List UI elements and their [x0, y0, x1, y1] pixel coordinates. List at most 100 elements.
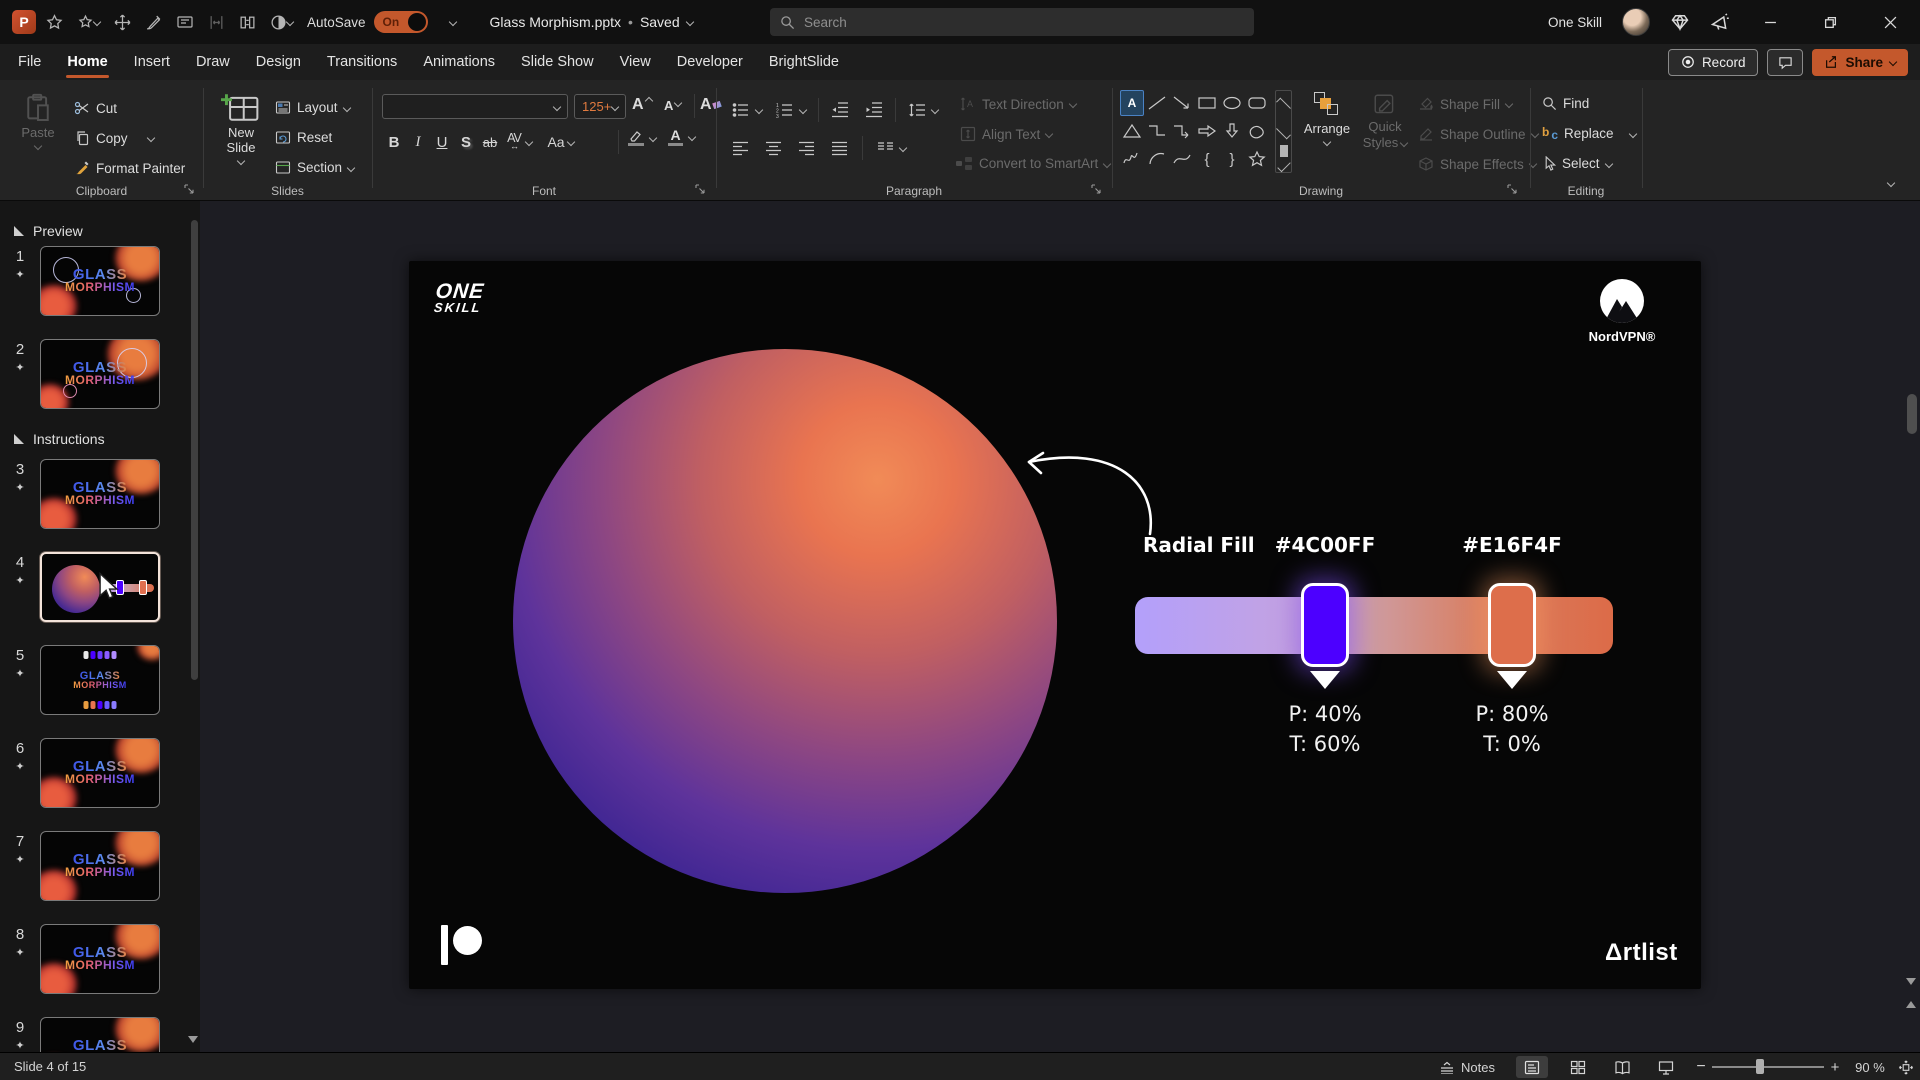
shape-right-brace-icon[interactable]: }	[1220, 146, 1244, 172]
autosave-toggle[interactable]: On	[374, 11, 428, 33]
next-slide-icon[interactable]	[1906, 978, 1916, 990]
slide-item-2[interactable]: 2✦ GLASSMORPHISM	[0, 339, 192, 409]
slide-sorter-button[interactable]	[1562, 1056, 1594, 1078]
gallery-up-icon[interactable]	[1276, 91, 1291, 118]
qat-star-badge-icon[interactable]	[46, 14, 63, 31]
search-input[interactable]	[804, 15, 1244, 30]
tab-file[interactable]: File	[0, 44, 54, 80]
comments-button[interactable]	[1767, 49, 1803, 76]
slide-thumbnail-5[interactable]: GLASSMORPHISM	[40, 645, 160, 715]
shape-oval-icon[interactable]	[1220, 90, 1244, 116]
text-shadow-button[interactable]: S	[454, 130, 478, 154]
find-button[interactable]: Find	[1542, 96, 1589, 111]
sidebar-scrollbar[interactable]	[191, 220, 198, 680]
close-button[interactable]	[1870, 0, 1910, 44]
shapes-gallery[interactable]: A { }	[1120, 90, 1270, 173]
shapes-gallery-scroll[interactable]	[1275, 90, 1292, 173]
shape-curve-icon[interactable]	[1170, 146, 1194, 172]
gradient-sphere[interactable]	[513, 349, 1057, 893]
decrease-indent-button[interactable]	[831, 102, 849, 118]
numbering-button[interactable]: 123	[776, 102, 794, 118]
diamond-icon[interactable]	[1670, 12, 1690, 32]
tab-animations[interactable]: Animations	[410, 44, 508, 80]
gradient-stop-2[interactable]	[1488, 583, 1536, 689]
slide-thumbnail-2[interactable]: GLASSMORPHISM	[40, 339, 160, 409]
section-preview[interactable]: Preview	[14, 223, 83, 239]
shape-right-arrow-icon[interactable]	[1195, 118, 1219, 144]
shape-elbow-icon[interactable]	[1145, 118, 1169, 144]
tab-developer[interactable]: Developer	[664, 44, 756, 80]
shape-freeform-icon[interactable]	[1245, 118, 1269, 144]
search-box[interactable]	[770, 8, 1254, 36]
tab-design[interactable]: Design	[243, 44, 314, 80]
slide-canvas[interactable]: ONE SKILL NordVPN® Radial Fill #4C00FF #…	[409, 261, 1701, 989]
slide-item-9[interactable]: 9✦ GLASSMORPHISM	[0, 1017, 192, 1052]
copy-button[interactable]: Copy	[74, 130, 154, 146]
tab-draw[interactable]: Draw	[183, 44, 243, 80]
bullets-button[interactable]	[732, 102, 750, 118]
qat-overflow-icon[interactable]	[448, 18, 456, 26]
slide-thumbnail-9[interactable]: GLASSMORPHISM	[40, 1017, 160, 1052]
line-spacing-button[interactable]	[908, 102, 926, 118]
paragraph-dialog-launcher[interactable]	[1090, 183, 1102, 195]
whats-new-megaphone-icon[interactable]	[1710, 12, 1730, 32]
gallery-down-icon[interactable]	[1276, 118, 1291, 145]
tab-view[interactable]: View	[607, 44, 664, 80]
zoom-in-button[interactable]: +	[1826, 1056, 1844, 1078]
file-title[interactable]: Glass Morphism.pptx • Saved	[490, 14, 693, 30]
restore-button[interactable]	[1810, 0, 1850, 44]
align-center-button[interactable]	[765, 141, 782, 156]
qat-contrast-icon[interactable]	[270, 14, 293, 31]
slideshow-button[interactable]	[1650, 1056, 1682, 1078]
slide-thumbnail-8[interactable]: GLASSMORPHISM	[40, 924, 160, 994]
share-button[interactable]: Share	[1812, 49, 1908, 76]
powerpoint-logo-icon[interactable]: P	[12, 10, 36, 34]
reading-view-button[interactable]	[1606, 1056, 1638, 1078]
layout-button[interactable]: Layout	[275, 100, 350, 115]
qat-star-menu-icon[interactable]	[77, 14, 100, 31]
arrange-button[interactable]: Arrange	[1298, 92, 1356, 145]
shape-textbox-icon[interactable]: A	[1120, 90, 1144, 116]
format-painter-button[interactable]: Format Painter	[74, 160, 185, 176]
zoom-slider-thumb[interactable]	[1756, 1059, 1764, 1074]
shape-rectangle-icon[interactable]	[1195, 90, 1219, 116]
collapse-ribbon-icon[interactable]	[1887, 179, 1895, 187]
bold-button[interactable]: B	[382, 130, 406, 154]
shrink-font-button[interactable]: A	[664, 98, 681, 113]
drawing-dialog-launcher[interactable]	[1506, 183, 1518, 195]
shape-left-brace-icon[interactable]: {	[1195, 146, 1219, 172]
sidebar-scroll-down-icon[interactable]	[188, 1036, 198, 1048]
slide-item-5[interactable]: 5✦ GLASSMORPHISM	[0, 645, 192, 715]
zoom-slider-track[interactable]	[1712, 1066, 1824, 1068]
shape-elbow-arrow-icon[interactable]	[1170, 118, 1194, 144]
cut-button[interactable]: Cut	[74, 100, 117, 116]
clipboard-dialog-launcher[interactable]	[183, 183, 195, 195]
tab-home[interactable]: Home	[54, 44, 120, 80]
shape-rounded-rect-icon[interactable]	[1245, 90, 1269, 116]
previous-slide-icon[interactable]	[1906, 996, 1916, 1008]
slide-thumbnail-7[interactable]: GLASSMORPHISM	[40, 831, 160, 901]
tab-brightslide[interactable]: BrightSlide	[756, 44, 852, 80]
slide-thumbnail-6[interactable]: GLASSMORPHISM	[40, 738, 160, 808]
justify-button[interactable]	[831, 141, 848, 156]
qat-swap-columns-icon[interactable]	[239, 14, 256, 31]
font-name-combo[interactable]	[382, 94, 568, 119]
normal-view-button[interactable]	[1516, 1056, 1548, 1078]
slide-thumbnail-1[interactable]: GLASSMORPHISM	[40, 246, 160, 316]
slide-thumbnail-3[interactable]: GLASSMORPHISM	[40, 459, 160, 529]
section-button[interactable]: Section	[275, 160, 354, 175]
shape-triangle-icon[interactable]	[1120, 118, 1144, 144]
notes-button[interactable]: Notes	[1432, 1056, 1502, 1078]
tab-insert[interactable]: Insert	[121, 44, 183, 80]
qat-move-icon[interactable]	[114, 14, 131, 31]
canvas-scrollbar[interactable]	[1907, 394, 1917, 434]
font-size-combo[interactable]: 125+	[574, 94, 626, 119]
columns-button[interactable]	[877, 141, 894, 155]
zoom-level[interactable]: 90 %	[1848, 1056, 1892, 1078]
change-case-button[interactable]: Aa	[544, 130, 568, 154]
font-color-button[interactable]: A	[668, 128, 695, 146]
shape-arrow-icon[interactable]	[1170, 90, 1194, 116]
align-left-button[interactable]	[732, 141, 749, 156]
gradient-slider-bar[interactable]	[1135, 597, 1613, 654]
slide-item-6[interactable]: 6✦ GLASSMORPHISM	[0, 738, 192, 808]
